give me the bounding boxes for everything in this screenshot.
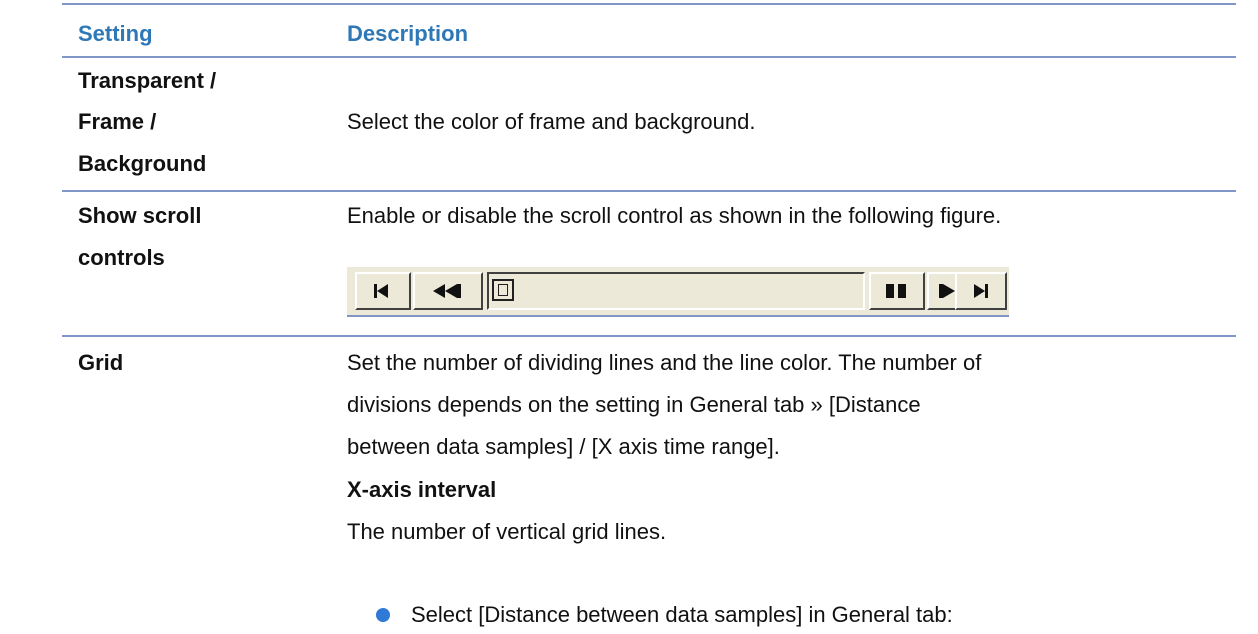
header-rule (62, 56, 1236, 58)
bullet-text: Select [Distance between data samples] i… (411, 602, 953, 627)
scroll-label-line-1: Show scroll (78, 203, 202, 228)
x-axis-interval-text: The number of vertical grid lines. (347, 519, 667, 544)
x-axis-interval-heading: X-axis interval (347, 477, 497, 502)
header-description: Description (347, 21, 469, 46)
pause-icon (869, 272, 925, 310)
skip-to-end-button (955, 272, 1007, 310)
transparent-description: Select the color of frame and background… (347, 109, 756, 134)
row-rule-1 (62, 190, 1236, 192)
grid-label: Grid (78, 350, 124, 375)
top-rule (62, 3, 1236, 5)
scroll-label-line-2: controls (78, 245, 165, 270)
transparent-label-line-1: Transparent / (78, 68, 217, 93)
grid-text-line-2: divisions depends on the setting in Gene… (347, 392, 921, 417)
row-rule-2 (62, 335, 1236, 337)
bullet-icon (376, 608, 390, 622)
grid-text-line-1: Set the number of dividing lines and the… (347, 350, 982, 375)
skip-to-start-icon (355, 272, 411, 310)
transparent-label-line-3: Background (78, 151, 207, 176)
header-setting: Setting (78, 21, 153, 46)
scroll-thumb-icon (492, 279, 514, 301)
grid-text-line-3: between data samples] / [X axis time ran… (347, 434, 780, 459)
scroll-control-figure (347, 267, 1009, 317)
scroll-description: Enable or disable the scroll control as … (347, 203, 1002, 228)
transparent-label-line-2: Frame / (78, 109, 157, 134)
rewind-icon (413, 272, 483, 310)
scroll-track (487, 272, 865, 310)
